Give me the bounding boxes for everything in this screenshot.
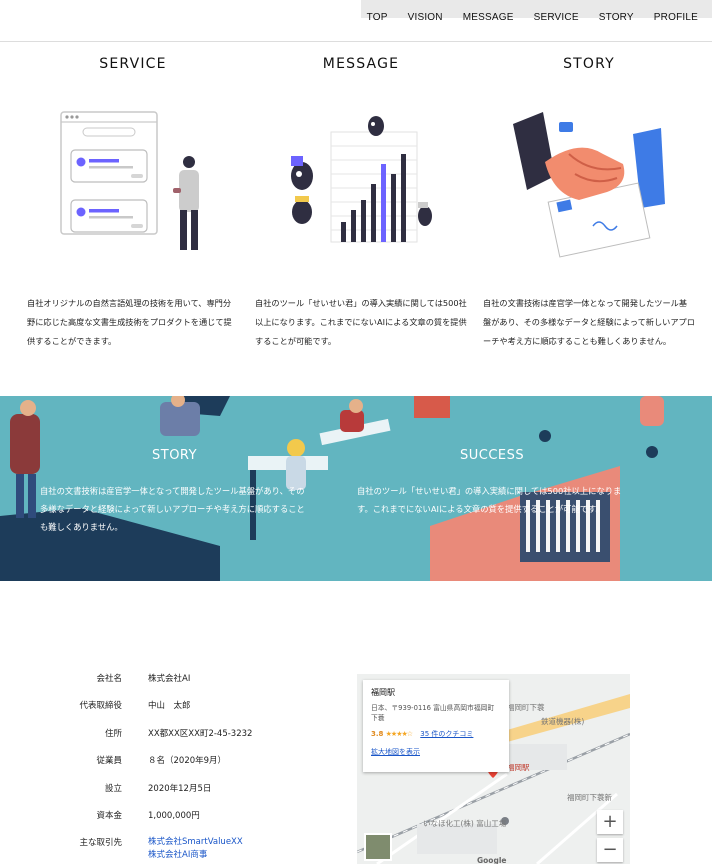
row-value: 1,000,000円	[148, 810, 200, 821]
google-logo: Google	[477, 856, 507, 864]
row-key: 会社名	[96, 674, 122, 684]
row-value: XX都XX区XX町2-45-3232	[148, 728, 253, 739]
nav-story[interactable]: STORY	[599, 12, 634, 23]
map-label: いなほ化工(株) 富山工場	[423, 819, 507, 828]
story-success-banner: STORY 自社の文書技術は産官学一体となって開発したツール基盤があり、その多様…	[0, 396, 712, 581]
banner-story-text: 自社の文書技術は産官学一体となって開発したツール基盤があり、その多様なデータと経…	[40, 486, 305, 532]
embedded-map[interactable]: 福岡町下蓑 鉄道機器(株) 福岡駅 福岡町下蓑新 いなほ化工(株) 富山工場 G…	[357, 674, 630, 864]
partner-link[interactable]: 株式会社SmartValueXX	[148, 836, 243, 849]
nav-top[interactable]: TOP	[367, 12, 388, 23]
row-key: 従業員	[96, 756, 122, 767]
reviews-link[interactable]: 35 件のクチコミ	[420, 730, 473, 738]
row-value: 中山 太郎	[148, 701, 191, 712]
row-key: 設立	[104, 783, 122, 794]
site-header: TOP VISION MESSAGE SERVICE STORY PROFILE	[0, 0, 712, 42]
story-title: STORY	[563, 56, 615, 72]
banner-story-title: STORY	[152, 448, 198, 463]
rating-stars-icon: ★★★★☆	[385, 730, 413, 738]
story-column: STORY 自社の文書技術は産官学一体となって開発したツール基盤があり、その多様…	[483, 56, 695, 346]
zoom-out-button[interactable]: −	[597, 838, 623, 862]
story-illustration	[513, 112, 665, 258]
partner-link[interactable]: 株式会社AI商事	[148, 849, 243, 862]
row-key: 資本金	[96, 810, 122, 821]
place-rating: 3.8 ★★★★☆ 35 件のクチコミ	[371, 729, 501, 739]
rating-value: 3.8	[371, 730, 384, 738]
map-label: 福岡町下蓑新	[567, 793, 612, 802]
row-key: 代表取締役	[79, 701, 122, 712]
message-illustration	[291, 116, 432, 243]
service-text: 自社オリジナルの自然言語処理の技術を用いて、専門分野に応じた高度な文書生成技術を…	[27, 298, 232, 346]
map-place-card: 福岡駅 日本、〒939-0116 富山県高岡市福岡町下蓑 3.8 ★★★★☆ 3…	[363, 680, 509, 772]
table-row: 会社名 株式会社AI	[62, 672, 322, 699]
enlarge-map-link[interactable]: 拡大地図を表示	[371, 747, 501, 757]
top-nav: TOP VISION MESSAGE SERVICE STORY PROFILE	[347, 12, 698, 23]
map-label: 福岡町下蓑	[507, 703, 545, 712]
table-row: 設立 2020年12月5日	[62, 782, 322, 809]
story-text: 自社の文書技術は産官学一体となって開発したツール基盤があり、その多様なデータと経…	[483, 298, 695, 346]
message-text: 自社のツール「せいせい君」の導入実績に関しては500社以上になります。これまでに…	[255, 298, 467, 346]
row-value: 2020年12月5日	[148, 783, 212, 794]
table-row: 資本金 1,000,000円	[62, 809, 322, 836]
message-title: MESSAGE	[322, 56, 400, 72]
company-info-table: 会社名 株式会社AI 代表取締役 中山 太郎 住所 XX都XX区XX町2-45-…	[62, 672, 322, 864]
service-title: SERVICE	[99, 56, 167, 72]
table-row: 主な取引先 株式会社SmartValueXX 株式会社AI商事	[62, 836, 322, 863]
zoom-in-button[interactable]: +	[597, 810, 623, 834]
table-row: 住所 XX都XX区XX町2-45-3232	[62, 727, 322, 754]
table-row: 従業員 ８名（2020年9月）	[62, 754, 322, 781]
row-value: 株式会社SmartValueXX 株式会社AI商事	[148, 836, 243, 862]
table-row: 代表取締役 中山 太郎	[62, 699, 322, 726]
service-illustration	[60, 111, 199, 250]
place-name: 福岡駅	[371, 688, 395, 697]
row-value: 株式会社AI	[148, 674, 191, 684]
nav-message[interactable]: MESSAGE	[463, 12, 514, 23]
map-label: 鉄道機器(株)	[541, 717, 585, 726]
row-key: 主な取引先	[79, 838, 122, 849]
service-column: SERVICE 自社オリジナルの自然言語処理の技術を用いて、専門分野に応じた高度…	[27, 56, 239, 346]
place-address: 日本、〒939-0116 富山県高岡市福岡町下蓑	[371, 704, 495, 722]
row-key: 住所	[104, 728, 122, 739]
message-column: MESSAGE 自社のツール「せいせい君」の導入実績に関しては500社以上になり…	[255, 56, 467, 346]
nav-service[interactable]: SERVICE	[534, 12, 579, 23]
banner-success-title: SUCCESS	[460, 448, 525, 463]
nav-vision[interactable]: VISION	[408, 12, 443, 23]
nav-profile[interactable]: PROFILE	[654, 12, 698, 23]
banner-success-text: 自社のツール「せいせい君」の導入実績に関しては500社以上になります。これまでに…	[357, 486, 622, 514]
map-label: 福岡駅	[507, 763, 530, 772]
row-value: ８名（2020年9月）	[148, 756, 227, 767]
